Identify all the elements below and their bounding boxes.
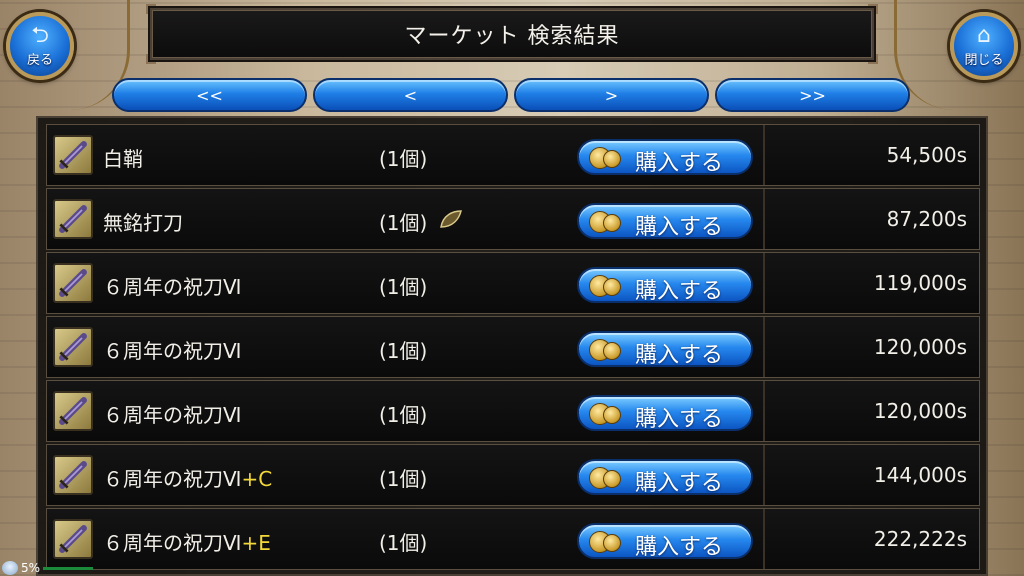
item-name-text: ６周年の祝刀Ⅵ — [103, 403, 242, 427]
list-item: ６周年の祝刀Ⅵ (1個) 購入する 120,000s — [46, 316, 980, 378]
first-page-button[interactable]: << — [112, 78, 307, 112]
item-quantity: (1個) — [379, 531, 428, 555]
close-label: 閉じる — [964, 52, 1004, 68]
buy-button[interactable]: 購入する — [577, 523, 753, 560]
list-item: 無銘打刀 (1個) 購入する 87,200s — [46, 188, 980, 250]
column-divider — [763, 317, 765, 377]
column-divider — [763, 509, 765, 569]
item-price: 54,500s — [886, 143, 967, 167]
item-name-text: 無銘打刀 — [103, 211, 183, 235]
sword-icon — [53, 135, 93, 175]
column-divider — [763, 189, 765, 249]
prev-page-button[interactable]: < — [313, 78, 508, 112]
list-item: ６周年の祝刀Ⅵ (1個) 購入する 119,000s — [46, 252, 980, 314]
column-divider — [763, 445, 765, 505]
buy-button[interactable]: 購入する — [577, 203, 753, 240]
cloud-icon — [2, 561, 18, 575]
item-name: ６周年の祝刀Ⅵ — [103, 399, 241, 428]
list-item: ６周年の祝刀Ⅵ+E (1個) 購入する 222,222s — [46, 508, 980, 570]
buy-button[interactable]: 購入する — [577, 331, 753, 368]
item-suffix: +E — [241, 531, 271, 555]
next-page-button[interactable]: > — [514, 78, 709, 112]
item-name-text: ６周年の祝刀Ⅵ — [103, 531, 242, 555]
sword-icon — [53, 327, 93, 367]
back-label: 戻る — [26, 52, 53, 68]
buy-button-label: 購入する — [635, 343, 724, 368]
sword-icon — [53, 199, 93, 239]
buy-button-label: 購入する — [635, 471, 724, 496]
item-name-text: ６周年の祝刀Ⅵ — [103, 467, 242, 491]
title-bar: マーケット 検索結果 — [146, 4, 878, 64]
item-name: ６周年の祝刀Ⅵ+E — [103, 527, 271, 556]
item-quantity: (1個) — [379, 211, 428, 235]
buy-button-label: 購入する — [635, 151, 724, 176]
leaf-icon — [439, 209, 463, 229]
coin-icon — [603, 406, 621, 424]
item-price: 222,222s — [873, 527, 967, 551]
buy-button[interactable]: 購入する — [577, 139, 753, 176]
buy-button-label: 購入する — [635, 215, 724, 240]
home-icon: ⌂ — [977, 22, 991, 48]
item-quantity: (1個) — [379, 467, 428, 491]
buy-button-label: 購入する — [635, 407, 724, 432]
column-divider — [763, 381, 765, 441]
market-result-list: 白鞘 (1個) 購入する 54,500s 無銘打刀 (1個) 購入する 87,200s ６周年の… — [36, 116, 988, 576]
status-progress-bar — [43, 566, 94, 570]
item-name: ６周年の祝刀Ⅵ+C — [103, 463, 272, 492]
buy-button[interactable]: 購入する — [577, 267, 753, 304]
item-price: 120,000s — [873, 399, 967, 423]
item-suffix: +C — [241, 467, 273, 491]
back-button[interactable]: ⮌ 戻る — [6, 12, 74, 80]
sword-icon — [53, 519, 93, 559]
list-item: 白鞘 (1個) 購入する 54,500s — [46, 124, 980, 186]
item-name-text: 白鞘 — [103, 147, 143, 171]
coin-icon — [603, 214, 621, 232]
buy-button-label: 購入する — [635, 535, 724, 560]
item-name: 無銘打刀 — [103, 207, 183, 236]
column-divider — [763, 125, 765, 185]
buy-button-label: 購入する — [635, 279, 724, 304]
pager: << < > >> — [112, 78, 910, 112]
coin-icon — [603, 150, 621, 168]
status-percent: 5% — [21, 561, 41, 575]
sword-icon — [53, 455, 93, 495]
item-name: ６周年の祝刀Ⅵ — [103, 271, 241, 300]
status-indicator: 5% — [2, 560, 94, 576]
coin-icon — [603, 278, 621, 296]
buy-button[interactable]: 購入する — [577, 395, 753, 432]
coin-icon — [603, 534, 621, 552]
sword-icon — [53, 263, 93, 303]
item-price: 87,200s — [886, 207, 967, 231]
item-price: 120,000s — [873, 335, 967, 359]
item-quantity: (1個) — [379, 403, 428, 427]
sword-icon — [53, 391, 93, 431]
list-item: ６周年の祝刀Ⅵ+C (1個) 購入する 144,000s — [46, 444, 980, 506]
item-name: ６周年の祝刀Ⅵ — [103, 335, 241, 364]
item-quantity: (1個) — [379, 275, 428, 299]
coin-icon — [603, 470, 621, 488]
last-page-button[interactable]: >> — [715, 78, 910, 112]
item-quantity: (1個) — [379, 339, 428, 363]
item-name: 白鞘 — [103, 143, 143, 172]
coin-icon — [603, 342, 621, 360]
close-button[interactable]: ⌂ 閉じる — [950, 12, 1018, 80]
list-item: ６周年の祝刀Ⅵ (1個) 購入する 120,000s — [46, 380, 980, 442]
item-name-text: ６周年の祝刀Ⅵ — [103, 339, 242, 363]
item-price: 119,000s — [873, 271, 967, 295]
item-quantity: (1個) — [379, 147, 428, 171]
item-price: 144,000s — [873, 463, 967, 487]
item-name-text: ６周年の祝刀Ⅵ — [103, 275, 242, 299]
buy-button[interactable]: 購入する — [577, 459, 753, 496]
column-divider — [763, 253, 765, 313]
return-arrow-icon: ⮌ — [31, 22, 49, 48]
page-title: マーケット 検索結果 — [404, 24, 620, 49]
